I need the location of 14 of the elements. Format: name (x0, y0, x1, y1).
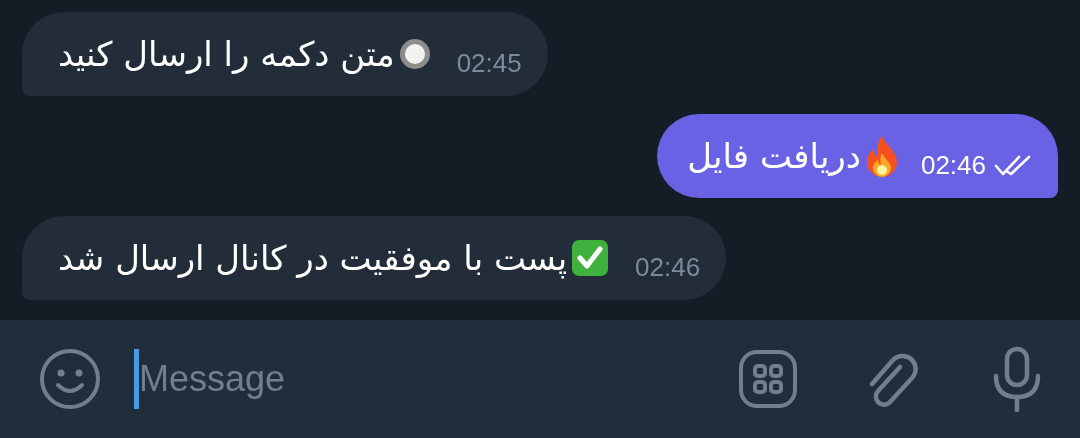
apps-icon[interactable] (738, 349, 798, 409)
message-text: دریافت فایل (687, 134, 861, 178)
microphone-icon[interactable] (992, 346, 1042, 412)
emoji-icon[interactable] (38, 347, 102, 411)
radio-button-icon (398, 38, 431, 70)
message-time: 02:45 (456, 46, 522, 80)
message-text: پست با موفقیت در کانال ارسال شد (58, 236, 568, 281)
check-mark-icon (571, 239, 610, 277)
message-text: متن دکمه را ارسال کنید (58, 32, 395, 76)
message-field[interactable]: Message (139, 352, 539, 406)
flame-icon (864, 135, 899, 177)
message-time: 02:46 (635, 250, 701, 284)
message-time: 02:46 (920, 148, 986, 182)
text-cursor (134, 349, 139, 409)
